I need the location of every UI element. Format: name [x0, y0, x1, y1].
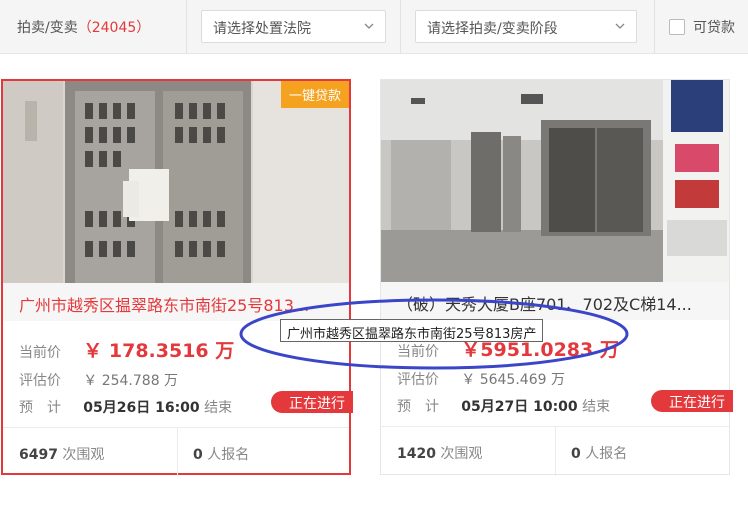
stat-divider — [555, 426, 556, 476]
views-count: 1420 — [397, 446, 436, 462]
court-select-placeholder: 请选择处置法院 — [213, 21, 311, 37]
annotation-ellipse — [239, 298, 629, 370]
end-time-suffix: 结束 — [582, 399, 611, 415]
end-time-value: 05月26日 16:00 — [83, 400, 200, 416]
end-time-value: 05月27日 10:00 — [461, 399, 578, 415]
count-close: ） — [136, 20, 151, 36]
auction-card[interactable]: 一键贷款 广州市越秀区揾翠路东市南街25号813... 当前价 ￥ 178.35… — [1, 79, 353, 477]
end-time-label: 预 计 — [397, 399, 439, 415]
auction-card[interactable]: （破）天秀大厦B座701、702及C梯14... 当前价 ￥5951.0283 … — [380, 79, 733, 476]
signups-label: 人报名 — [207, 447, 250, 463]
loan-checkbox[interactable] — [669, 19, 685, 35]
signups-stat: 0 人报名 — [193, 444, 249, 464]
estimate-label: 评估价 — [397, 372, 439, 388]
auction-type-filter[interactable]: 拍卖/变卖（24045） — [17, 17, 150, 37]
count-open: （ — [77, 20, 92, 36]
filter-separator — [400, 0, 401, 54]
court-select[interactable]: 请选择处置法院 — [201, 10, 386, 43]
status-badge: 正在进行 — [651, 390, 733, 412]
signups-label: 人报名 — [585, 446, 628, 462]
filter-separator — [654, 0, 655, 54]
end-time-row: 预 计 05月27日 10:00 结束 — [397, 396, 610, 416]
estimate-label: 评估价 — [19, 373, 61, 389]
views-count: 6497 — [19, 447, 58, 463]
current-price: ￥ 178.3516 万 — [83, 340, 235, 362]
card-divider — [3, 427, 349, 428]
signups-stat: 0 人报名 — [571, 443, 627, 463]
end-time-suffix: 结束 — [204, 400, 233, 416]
signups-count: 0 — [193, 447, 203, 463]
estimate-row: 评估价 ￥ 254.788 万 — [19, 370, 178, 390]
stat-divider — [177, 427, 178, 477]
auction-type-label: 拍卖/变卖 — [17, 20, 78, 36]
end-time-row: 预 计 05月26日 16:00 结束 — [19, 397, 232, 417]
filter-bar: 拍卖/变卖（24045） 请选择处置法院 请选择拍卖/变卖阶段 可贷款 — [0, 0, 748, 54]
views-stat: 1420 次围观 — [397, 443, 482, 463]
result-count: 24045 — [91, 20, 137, 36]
property-photo[interactable] — [381, 80, 729, 282]
loan-checkbox-label[interactable]: 可贷款 — [693, 17, 735, 37]
stage-select[interactable]: 请选择拍卖/变卖阶段 — [415, 10, 637, 43]
estimate-value: ￥ 254.788 万 — [83, 373, 179, 389]
chevron-down-icon — [615, 23, 625, 29]
signups-count: 0 — [571, 446, 581, 462]
property-photo[interactable]: 一键贷款 — [3, 81, 349, 283]
status-badge: 正在进行 — [271, 391, 353, 413]
views-label: 次围观 — [62, 447, 105, 463]
chevron-down-icon — [364, 23, 374, 29]
views-label: 次围观 — [440, 446, 483, 462]
lobby-elevator-photo — [381, 80, 729, 282]
views-stat: 6497 次围观 — [19, 444, 104, 464]
current-price-row: 当前价 ￥ 178.3516 万 — [19, 336, 234, 363]
loan-badge[interactable]: 一键贷款 — [280, 81, 349, 108]
estimate-value: ￥ 5645.469 万 — [461, 372, 565, 388]
stage-select-placeholder: 请选择拍卖/变卖阶段 — [427, 21, 558, 37]
elevator-door-photo — [3, 81, 349, 283]
end-time-label: 预 计 — [19, 400, 61, 416]
filter-separator — [186, 0, 187, 54]
current-price-label: 当前价 — [19, 345, 61, 361]
